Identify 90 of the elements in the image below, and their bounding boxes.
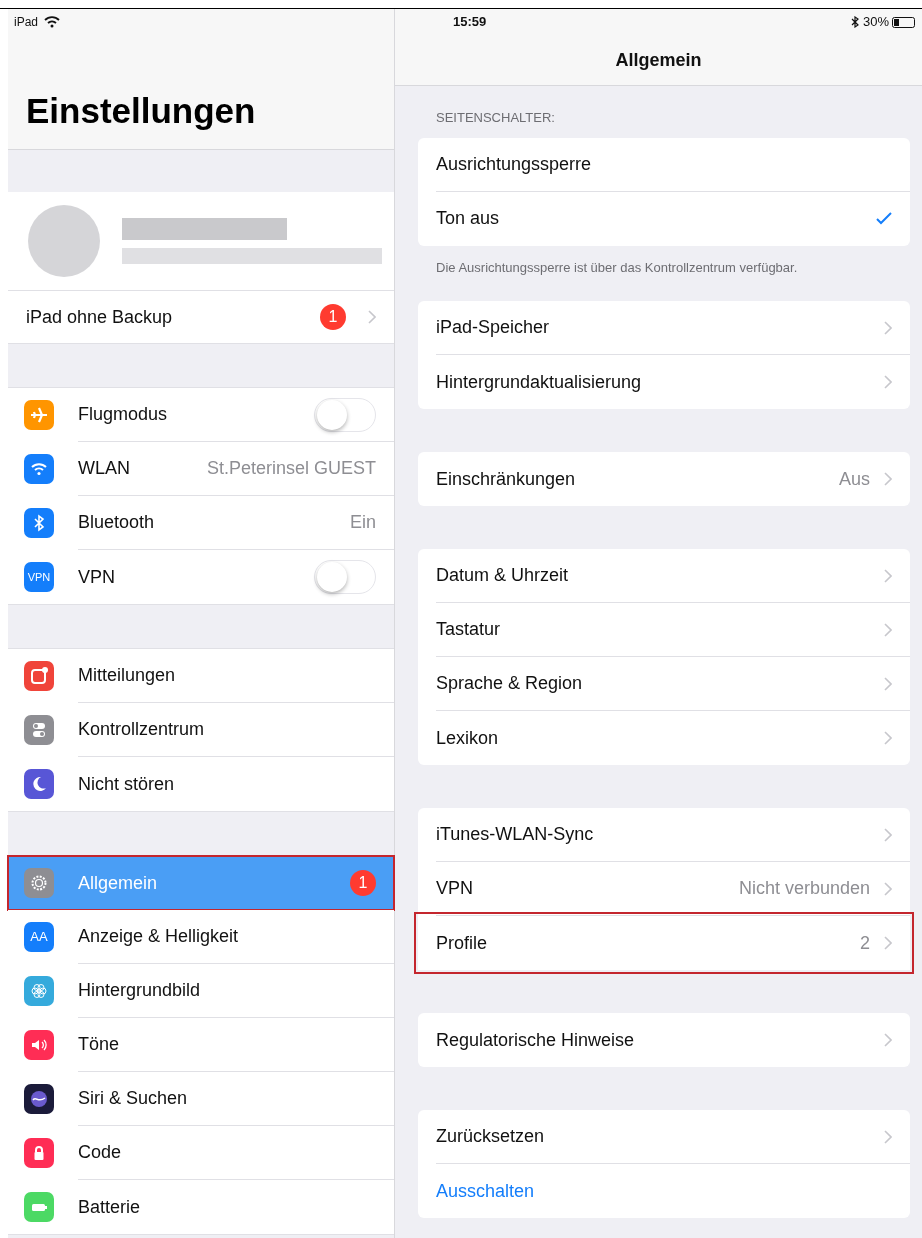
- device-name: iPad: [14, 14, 39, 31]
- chevron-icon: [884, 320, 892, 335]
- page-title: Einstellungen: [26, 89, 256, 132]
- settings-row[interactable]: Hintergrundaktualisierung: [418, 355, 910, 409]
- row-label: iTunes-WLAN-Sync: [436, 823, 595, 846]
- row-label: Zurücksetzen: [436, 1125, 546, 1148]
- item-label: Allgemein: [78, 871, 159, 895]
- settings-row[interactable]: Ausrichtungssperre: [418, 137, 910, 192]
- toggle-switch[interactable]: [314, 397, 376, 432]
- row-label: Sprache & Region: [436, 672, 584, 695]
- chevron-icon: [884, 622, 892, 637]
- nav-title: Allgemein: [615, 48, 702, 72]
- chevron-icon: [884, 827, 892, 842]
- chevron-icon: [884, 472, 892, 486]
- item-label: Töne: [78, 1033, 121, 1056]
- row-label: Regulatorische Hinweise: [436, 1028, 636, 1052]
- wifi-icon: [24, 454, 54, 484]
- battery-percent: 30%: [862, 13, 889, 32]
- flower-icon: [24, 976, 54, 1006]
- settings-row[interactable]: Tastatur: [418, 603, 910, 657]
- item-label: VPN: [78, 565, 116, 589]
- item-label: WLAN: [78, 457, 131, 480]
- row-label: Profile: [436, 931, 489, 955]
- row-label: Einschränkungen: [436, 467, 577, 491]
- settings-row[interactable]: Ausschalten: [418, 1164, 910, 1218]
- notification-badge: 1: [320, 304, 346, 330]
- notification-icon: [24, 661, 54, 691]
- settings-icon: [24, 868, 54, 898]
- settings-row[interactable]: Datum & Uhrzeit: [418, 549, 910, 603]
- battery-icon: [892, 16, 916, 28]
- bluetooth-icon: [850, 16, 859, 28]
- item-label: Hintergrundbild: [78, 979, 202, 1002]
- orb-icon: [24, 1084, 54, 1114]
- airplane-icon: [24, 400, 54, 430]
- item-value: St.Peterinsel GUEST: [206, 457, 376, 480]
- text-size-icon: AA: [24, 922, 54, 952]
- lock-icon: [24, 1138, 54, 1168]
- row-label: Datum & Uhrzeit: [436, 564, 570, 587]
- wifi-signal-icon: [44, 16, 61, 28]
- row-label: Tastatur: [436, 618, 502, 641]
- section-footer: Die Ausrichtungssperre ist über das Kontrollzentrum verfügbar.: [418, 257, 910, 277]
- chevron-icon: [884, 676, 892, 691]
- chevron-icon: [884, 1129, 892, 1144]
- moon-icon: [24, 769, 54, 799]
- item-label: Anzeige & Helligkeit: [78, 925, 240, 948]
- chevron-icon: [884, 936, 892, 950]
- bluetooth-icon: [24, 508, 54, 538]
- row-label: Lexikon: [436, 726, 500, 750]
- row-label: Ausschalten: [436, 1179, 536, 1203]
- section-header: SEITENSCHALTER:: [435, 109, 556, 127]
- item-value: Ein: [350, 511, 376, 534]
- item-label: Flugmodus: [78, 403, 169, 426]
- settings-row[interactable]: Lexikon: [418, 711, 910, 765]
- settings-row[interactable]: Ton aus: [418, 191, 910, 246]
- row-value: 2: [860, 931, 870, 955]
- item-label: Nicht stören: [78, 772, 176, 796]
- settings-row[interactable]: iTunes-WLAN-Sync: [418, 808, 910, 862]
- settings-row[interactable]: Zurücksetzen: [418, 1110, 910, 1164]
- row-value: Aus: [838, 467, 870, 491]
- settings-row[interactable]: iPad-Speicher: [418, 301, 910, 355]
- settings-row[interactable]: Sprache & Region: [418, 657, 910, 711]
- settings-row[interactable]: Einschränkungen Aus: [418, 452, 910, 506]
- item-label: Bluetooth: [78, 511, 156, 534]
- chevron-icon: [884, 1033, 892, 1047]
- chevron-icon: [884, 375, 892, 389]
- row-label: Ton aus: [436, 207, 501, 230]
- item-label: Siri & Suchen: [78, 1087, 189, 1110]
- chevron-icon: [884, 568, 892, 583]
- vpn-icon: VPN: [24, 562, 54, 592]
- item-label: Mitteilungen: [78, 664, 177, 687]
- item-label: Batterie: [78, 1195, 142, 1219]
- row-value: Nicht verbunden: [738, 877, 870, 900]
- row-label: Hintergrundaktualisierung: [436, 370, 643, 394]
- status-time: 15:59: [453, 13, 488, 32]
- settings-row[interactable]: Regulatorische Hinweise: [418, 1013, 910, 1067]
- item-label: iPad ohne Backup: [26, 305, 174, 329]
- notification-badge: 1: [350, 870, 376, 896]
- item-label: Kontrollzentrum: [78, 718, 206, 741]
- chevron-icon: [368, 310, 376, 324]
- row-label: Ausrichtungssperre: [436, 152, 593, 176]
- chevron-icon: [884, 731, 892, 745]
- toggle-switch[interactable]: [314, 560, 376, 594]
- item-label: Code: [78, 1141, 123, 1164]
- row-label: iPad-Speicher: [436, 316, 551, 339]
- switches-icon: [24, 715, 54, 745]
- speaker-icon: [24, 1030, 54, 1060]
- chevron-icon: [884, 881, 892, 896]
- sidebar-item[interactable]: Allgemein 1: [8, 856, 394, 910]
- row-label: VPN: [436, 877, 474, 900]
- battery-icon: [24, 1192, 54, 1222]
